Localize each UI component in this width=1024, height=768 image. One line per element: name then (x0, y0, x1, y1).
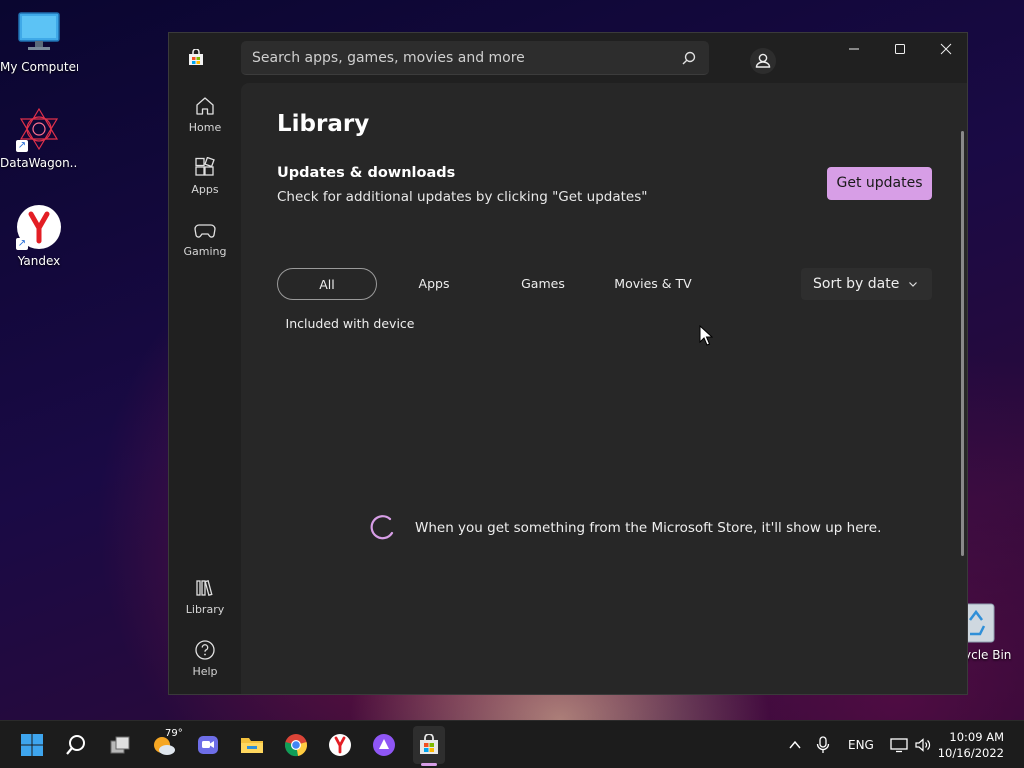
page-title: Library (277, 111, 370, 137)
chrome-icon (285, 734, 307, 757)
chevron-down-icon (909, 282, 917, 287)
windows-logo-icon (21, 734, 43, 756)
microphone-icon (816, 736, 830, 753)
search-placeholder: Search apps, games, movies and more (252, 50, 525, 66)
library-icon (196, 580, 213, 596)
user-icon (750, 48, 776, 74)
input-language-indicator[interactable]: ENG (848, 738, 874, 752)
nav-library[interactable]: Library (173, 571, 237, 627)
empty-library-message: When you get something from the Microsof… (415, 520, 882, 536)
store-icon (420, 734, 438, 754)
microsoft-store-window: Search apps, games, movies and more Home… (168, 32, 968, 695)
close-button[interactable] (923, 33, 969, 65)
minimize-icon (849, 48, 859, 50)
library-page: Library Updates & downloads Check for ad… (241, 83, 967, 694)
account-button[interactable] (749, 47, 777, 75)
navigation-rail: Home Apps Gaming Library Help (169, 83, 241, 694)
microphone-button[interactable] (807, 729, 839, 761)
desktop-icon-yandex[interactable]: ↗ Yandex (0, 204, 78, 268)
network-monitor-icon (890, 738, 908, 753)
filter-games[interactable]: Games (498, 268, 588, 300)
desktop-icon-label: My Computer (0, 60, 78, 74)
yandex-taskbar-button[interactable] (324, 729, 356, 761)
clock[interactable]: 10:09 AM 10/16/2022 (938, 729, 1004, 761)
monitor-icon (16, 10, 62, 56)
sort-dropdown[interactable]: Sort by date (801, 268, 932, 300)
updates-section-title: Updates & downloads (277, 165, 456, 181)
folder-icon (241, 738, 263, 753)
taskbar: 79° ENG 10:09 AM 10/16/2022 (0, 720, 1024, 768)
title-bar: Search apps, games, movies and more (169, 33, 967, 83)
vertical-scrollbar[interactable] (961, 131, 964, 556)
shortcut-arrow-icon: ↗ (16, 140, 28, 152)
file-explorer-button[interactable] (236, 729, 268, 761)
alice-assistant-icon (373, 734, 395, 756)
nav-home[interactable]: Home (173, 89, 237, 145)
apps-icon (195, 157, 215, 176)
search-icon (66, 735, 85, 755)
help-icon (195, 640, 215, 660)
taskbar-search-button[interactable] (60, 729, 92, 761)
clock-time: 10:09 AM (949, 730, 1004, 744)
get-updates-button[interactable]: Get updates (827, 167, 932, 200)
desktop-icon-my-computer[interactable]: My Computer (0, 10, 78, 74)
desktop-icon-datawagon[interactable]: ↗ DataWagon... (0, 106, 78, 170)
home-icon (196, 97, 214, 115)
nav-help-label: Help (192, 665, 218, 678)
datawagon-logo-icon: ↗ (16, 106, 62, 152)
desktop-icon-label: DataWagon... (0, 156, 78, 170)
nav-apps-label: Apps (191, 183, 219, 196)
shortcut-arrow-icon: ↗ (16, 238, 28, 250)
active-app-indicator (421, 763, 437, 766)
search-input[interactable]: Search apps, games, movies and more (241, 41, 709, 75)
yandex-browser-icon: ↗ (16, 204, 62, 250)
microsoft-store-taskbar-button[interactable] (413, 729, 445, 761)
maximize-button[interactable] (877, 33, 923, 65)
task-view-icon (110, 736, 130, 754)
filter-included-with-device[interactable]: Included with device (283, 308, 417, 340)
volume-button[interactable] (907, 729, 939, 761)
speaker-icon (915, 738, 931, 752)
clock-date: 10/16/2022 (937, 746, 1004, 760)
filter-all[interactable]: All (277, 268, 377, 300)
nav-gaming-label: Gaming (183, 245, 227, 258)
loading-spinner-icon (370, 515, 394, 540)
store-logo-icon (189, 49, 203, 65)
filter-apps[interactable]: Apps (389, 268, 479, 300)
start-button[interactable] (16, 729, 48, 761)
chrome-button[interactable] (280, 729, 312, 761)
nav-library-label: Library (185, 603, 225, 616)
recycle-bin-label: ycle Bin (964, 648, 1012, 662)
mouse-cursor-icon (699, 325, 713, 346)
gamepad-icon (194, 224, 216, 238)
search-icon[interactable] (681, 50, 697, 66)
chevron-up-icon (789, 740, 801, 749)
nav-gaming[interactable]: Gaming (173, 213, 237, 269)
maximize-icon (895, 44, 905, 54)
weather-temperature: 79° (165, 728, 183, 739)
filter-movies-tv[interactable]: Movies & TV (606, 268, 700, 300)
nav-home-label: Home (188, 121, 222, 134)
yandex-icon (329, 734, 351, 756)
chat-button[interactable] (192, 729, 224, 761)
sort-label: Sort by date (813, 276, 900, 292)
desktop-icon-label: Yandex (17, 254, 61, 268)
nav-help[interactable]: Help (173, 633, 237, 689)
close-icon (940, 43, 952, 55)
task-view-button[interactable] (104, 729, 136, 761)
alice-button[interactable] (368, 729, 400, 761)
minimize-button[interactable] (831, 33, 877, 65)
nav-apps[interactable]: Apps (173, 151, 237, 207)
chat-video-icon (198, 736, 218, 754)
updates-section-description: Check for additional updates by clicking… (277, 189, 648, 205)
